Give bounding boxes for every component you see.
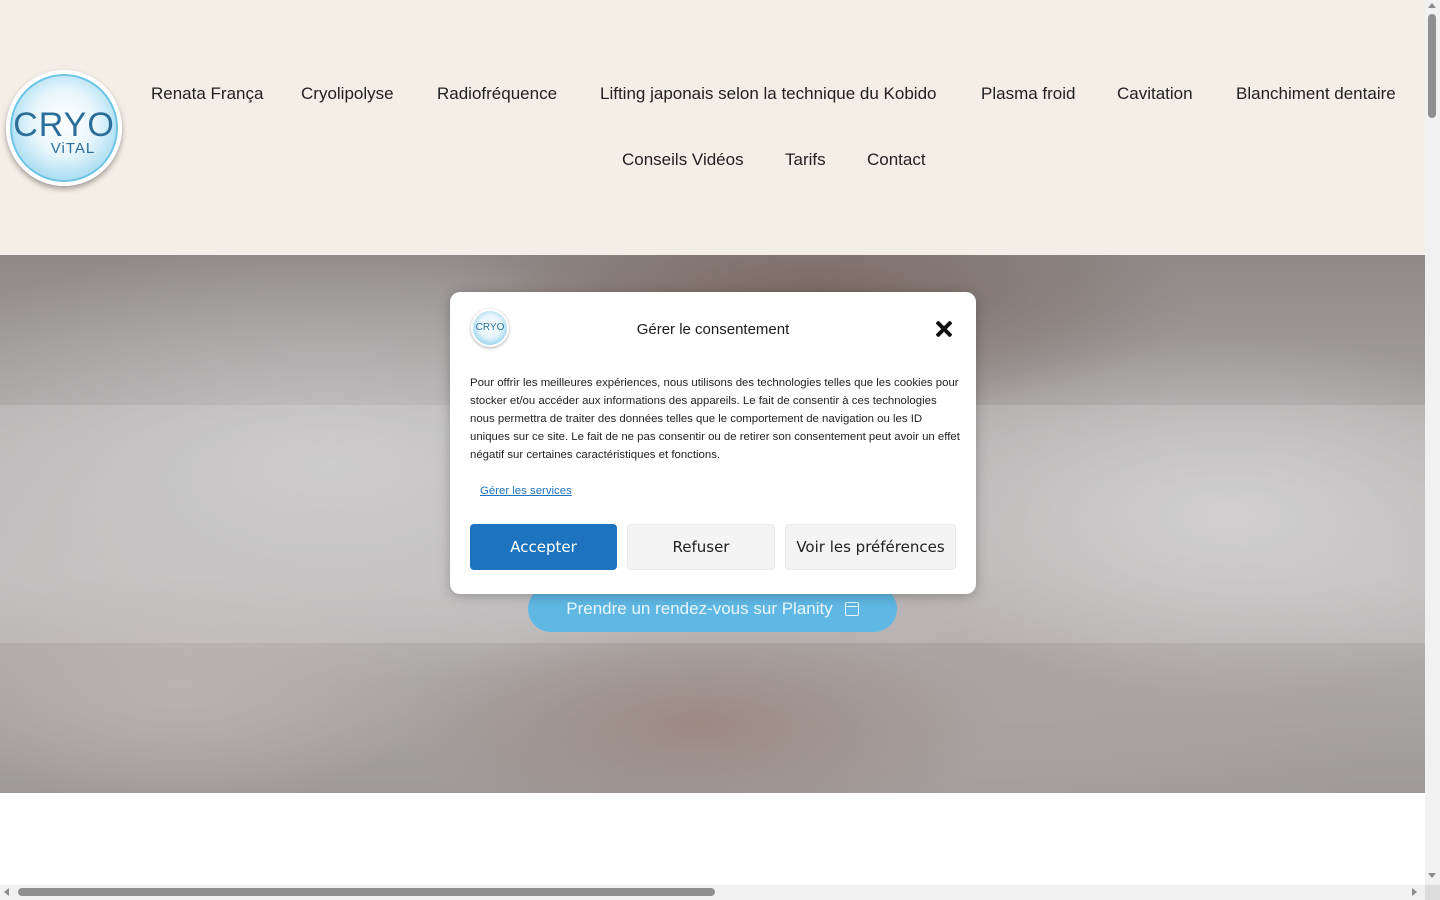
nav-plasma-froid[interactable]: Plasma froid [981,84,1075,104]
vertical-scrollbar[interactable] [1425,0,1440,900]
nav-renata-franca[interactable]: Renata França [151,84,263,104]
logo-sub-text: ViTAL [50,140,96,157]
accept-button[interactable]: Accepter [470,524,617,570]
cryo-vital-logo[interactable]: CRYO ViTAL [6,70,122,186]
nav-lifting-japonais[interactable]: Lifting japonais selon la technique du K… [600,84,936,104]
calendar-icon [844,602,859,616]
view-preferences-button[interactable]: Voir les préférences [785,524,956,570]
horizontal-scrollbar[interactable] [0,885,1425,900]
scroll-right-arrow-icon[interactable] [1412,888,1417,896]
cta-label: Prendre un rendez-vous sur Planity [566,599,833,618]
nav-conseils-videos[interactable]: Conseils Vidéos [622,150,744,170]
scroll-down-arrow-icon[interactable] [1428,873,1436,878]
nav-cryolipolyse[interactable]: Cryolipolyse [301,84,394,104]
logo-main-text: CRYO [13,106,115,144]
consent-message: Pour offrir les meilleures expériences, … [470,377,960,461]
site-header: CRYO ViTAL Renata França Cryolipolyse Ra… [0,0,1425,255]
vertical-scroll-thumb[interactable] [1428,14,1436,118]
scroll-left-arrow-icon[interactable] [4,888,9,896]
close-icon[interactable] [935,320,953,338]
nav-contact[interactable]: Contact [867,150,926,170]
refuse-button[interactable]: Refuser [627,524,775,570]
nav-tarifs[interactable]: Tarifs [785,150,826,170]
consent-title: Gérer le consentement [636,321,790,338]
nav-cavitation[interactable]: Cavitation [1117,84,1193,104]
consent-dialog: CRYO Gérer le consentement Pour offrir l… [450,292,976,594]
horizontal-scroll-thumb[interactable] [18,888,715,896]
nav-radiofrequence[interactable]: Radiofréquence [437,84,557,104]
scrollbar-corner [1425,885,1440,900]
manage-services-link[interactable]: Gérer les services [480,485,572,497]
scroll-up-arrow-icon[interactable] [1428,3,1436,8]
nav-blanchiment-dentaire[interactable]: Blanchiment dentaire [1236,84,1396,104]
